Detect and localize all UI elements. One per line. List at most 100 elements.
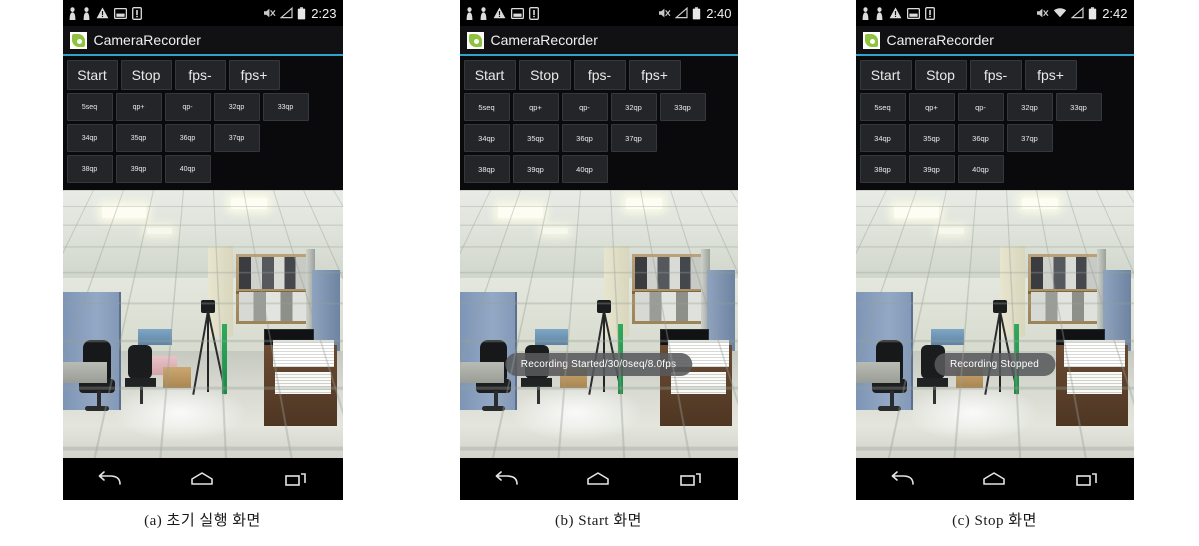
qp-37-button[interactable]: 37qp (213, 124, 260, 152)
qp-32-button[interactable]: 32qp (1006, 93, 1053, 121)
qp-38-button[interactable]: 38qp (66, 155, 113, 183)
qp-decrease-button[interactable]: qp- (957, 93, 1004, 121)
phone-screen-a: 2:23 CameraRecorder Start Stop fps- fps+… (62, 0, 343, 500)
fps-increase-button[interactable]: fps+ (228, 60, 280, 90)
controls-panel: Start Stop fps- fps+ 5seq qp+ qp- 32qp 3… (62, 56, 343, 190)
qp-34-button[interactable]: 34qp (66, 124, 113, 152)
fps-decrease-button[interactable]: fps- (573, 60, 626, 90)
battery-icon (1088, 6, 1097, 20)
qp-38-button[interactable]: 38qp (859, 155, 906, 183)
qp-39-button[interactable]: 39qp (115, 155, 162, 183)
start-button[interactable]: Start (463, 60, 516, 90)
qp-40-button[interactable]: 40qp (561, 155, 608, 183)
camera-preview[interactable]: Recording Started/30/0seq/8.0fps (459, 190, 738, 458)
navigation-bar (62, 458, 343, 500)
qp-33-button[interactable]: 33qp (1055, 93, 1102, 121)
panel-caption-b: (b) Start 화면 (555, 513, 642, 529)
start-button[interactable]: Start (859, 60, 912, 90)
recents-icon[interactable] (1057, 462, 1117, 496)
app-title: CameraRecorder (886, 32, 994, 48)
start-button[interactable]: Start (66, 60, 118, 90)
qp-35-button[interactable]: 35qp (908, 124, 955, 152)
qp-32-button[interactable]: 32qp (213, 93, 260, 121)
qp-35-button[interactable]: 35qp (512, 124, 559, 152)
qp-button-row-2: 34qp 35qp 36qp 37qp (460, 124, 738, 155)
qp-increase-button[interactable]: qp+ (908, 93, 955, 121)
home-icon[interactable] (568, 462, 628, 496)
qp-39-button[interactable]: 39qp (908, 155, 955, 183)
home-icon[interactable] (172, 462, 232, 496)
seq-button[interactable]: 5seq (859, 93, 906, 121)
home-icon[interactable] (964, 462, 1024, 496)
qp-button-row-3: 38qp 39qp 40qp (63, 155, 343, 186)
qp-38-button[interactable]: 38qp (463, 155, 510, 183)
qp-37-button[interactable]: 37qp (610, 124, 657, 152)
recents-icon[interactable] (266, 462, 326, 496)
fps-increase-button[interactable]: fps+ (628, 60, 681, 90)
status-left-icons (68, 6, 142, 20)
qp-34-button[interactable]: 34qp (859, 124, 906, 152)
controls-panel: Start Stop fps- fps+ 5seq qp+ qp- 32qp 3… (459, 56, 738, 190)
figure-three-screenshots: 2:23 CameraRecorder Start Stop fps- fps+… (0, 0, 1199, 546)
main-button-row: Start Stop fps- fps+ (460, 60, 738, 93)
navigation-bar (855, 458, 1134, 500)
toast-message: Recording Stopped (933, 353, 1056, 377)
navigation-bar (459, 458, 738, 500)
mute-icon (658, 7, 671, 19)
android-app-icon (862, 31, 880, 49)
person-icon (875, 6, 884, 20)
panel-a: 2:23 CameraRecorder Start Stop fps- fps+… (10, 0, 395, 530)
warning-triangle-icon (889, 7, 902, 19)
qp-increase-button[interactable]: qp+ (512, 93, 559, 121)
office-scene (459, 190, 738, 458)
qp-increase-button[interactable]: qp+ (115, 93, 162, 121)
back-icon[interactable] (79, 462, 139, 496)
qp-decrease-button[interactable]: qp- (164, 93, 211, 121)
stop-button[interactable]: Stop (914, 60, 967, 90)
person-icon (479, 6, 488, 20)
stop-button[interactable]: Stop (120, 60, 172, 90)
camera-preview[interactable] (62, 190, 343, 458)
action-bar: CameraRecorder (62, 26, 343, 56)
qp-button-row-1: 5seq qp+ qp- 32qp 33qp (460, 93, 738, 124)
qp-36-button[interactable]: 36qp (561, 124, 608, 152)
back-icon[interactable] (872, 462, 932, 496)
qp-33-button[interactable]: 33qp (659, 93, 706, 121)
fps-increase-button[interactable]: fps+ (1024, 60, 1077, 90)
qp-button-row-3: 38qp 39qp 40qp (856, 155, 1134, 186)
qp-37-button[interactable]: 37qp (1006, 124, 1053, 152)
app-title: CameraRecorder (93, 32, 201, 48)
recents-icon[interactable] (661, 462, 721, 496)
seq-button[interactable]: 5seq (66, 93, 113, 121)
qp-35-button[interactable]: 35qp (115, 124, 162, 152)
screenshot-icon (906, 7, 920, 19)
qp-39-button[interactable]: 39qp (512, 155, 559, 183)
person-icon (82, 6, 91, 20)
qp-36-button[interactable]: 36qp (957, 124, 1004, 152)
wifi-icon (1053, 7, 1067, 19)
qp-40-button[interactable]: 40qp (957, 155, 1004, 183)
fps-decrease-button[interactable]: fps- (969, 60, 1022, 90)
qp-40-button[interactable]: 40qp (164, 155, 211, 183)
main-button-row: Start Stop fps- fps+ (63, 60, 343, 93)
qp-32-button[interactable]: 32qp (610, 93, 657, 121)
status-bar: 2:42 (855, 0, 1134, 26)
qp-36-button[interactable]: 36qp (164, 124, 211, 152)
seq-button[interactable]: 5seq (463, 93, 510, 121)
qp-34-button[interactable]: 34qp (463, 124, 510, 152)
qp-33-button[interactable]: 33qp (262, 93, 309, 121)
panel-caption-a: (a) 초기 실행 화면 (144, 513, 261, 529)
phone-screen-c: 2:42 CameraRecorder Start Stop fps- fps+… (855, 0, 1134, 500)
camera-preview[interactable]: Recording Stopped (855, 190, 1134, 458)
toast-message: Recording Started/30/0seq/8.0fps (504, 353, 693, 377)
sim-card-icon (131, 6, 142, 20)
signal-icon (1071, 7, 1084, 19)
fps-decrease-button[interactable]: fps- (174, 60, 226, 90)
qp-decrease-button[interactable]: qp- (561, 93, 608, 121)
signal-icon (280, 7, 293, 19)
screenshot-icon (113, 7, 127, 19)
person-icon (861, 6, 870, 20)
back-icon[interactable] (476, 462, 536, 496)
stop-button[interactable]: Stop (518, 60, 571, 90)
mute-icon (1036, 7, 1049, 19)
